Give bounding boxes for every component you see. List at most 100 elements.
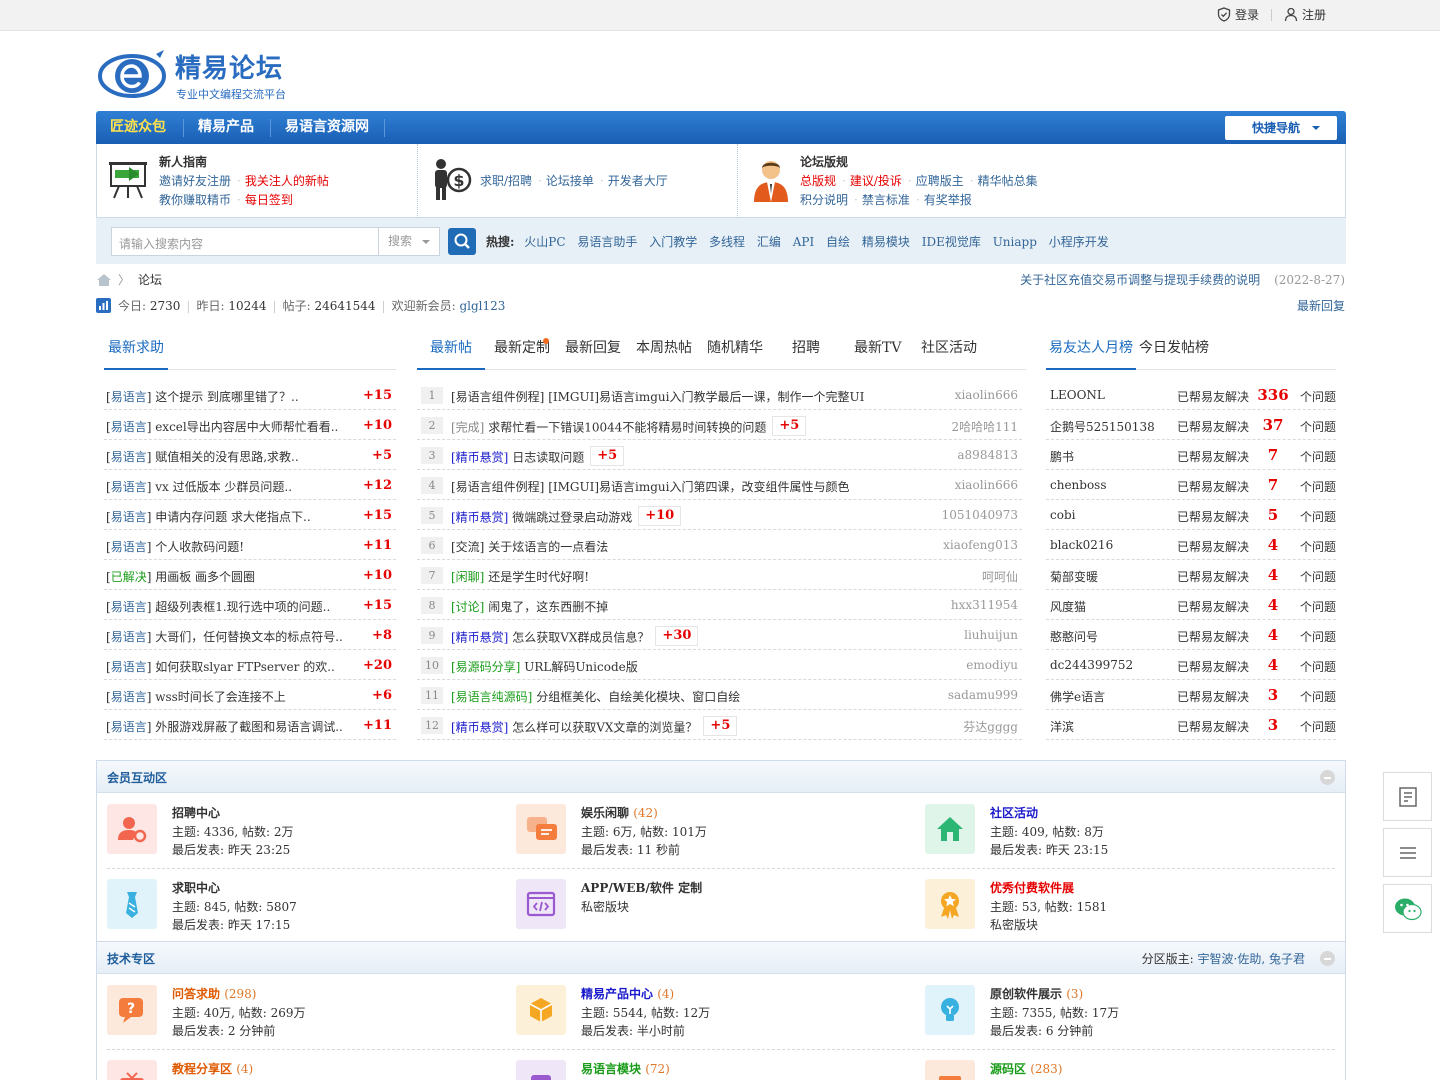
- post-tag[interactable]: [易语言纯源码]: [451, 690, 532, 704]
- search-input[interactable]: 请输入搜索内容 搜索: [111, 227, 440, 256]
- post-title[interactable]: [精币悬赏] 日志读取问题 +5: [451, 446, 625, 468]
- post-author[interactable]: 1051040973: [942, 508, 1018, 522]
- report-link[interactable]: 有奖举报: [924, 193, 972, 207]
- collapse-icon[interactable]: [1320, 770, 1335, 785]
- help-category[interactable]: 易语言: [111, 630, 147, 644]
- post-tag[interactable]: [完成]: [451, 421, 484, 435]
- forum-job-seeking[interactable]: 求职中心 主题: 845, 帖数: 5807 最后发表: 昨天 17:15: [97, 869, 506, 943]
- post-title[interactable]: [精币悬赏] 怎么获取VX群成员信息？ +30: [451, 626, 699, 648]
- hot-keyword[interactable]: 多线程: [709, 235, 745, 249]
- post-row[interactable]: 6 [交流] 关于炫语言的一点看法 xiaofeng013: [417, 530, 1022, 560]
- forum-paid-software[interactable]: 优秀付费软件展 主题: 53, 帖数: 1581 私密版块: [915, 869, 1324, 943]
- help-title[interactable]: [易语言] 申请内存问题 求大佬指点下..: [106, 508, 311, 525]
- forum-products[interactable]: 精易产品中心 (4) 主题: 5544, 帖数: 12万 最后发表: 半小时前: [506, 975, 915, 1049]
- tab-daily-posters[interactable]: 今日发帖榜: [1139, 334, 1209, 370]
- post-row[interactable]: 7 [闲聊] 还是学生时代好啊! 呵呵仙: [417, 560, 1022, 590]
- help-title[interactable]: [易语言] 如何获取slyar FTPserver 的欢..: [106, 658, 335, 675]
- post-row[interactable]: 10 [易源码分享] URL解码Unicode版 emodiyu: [417, 650, 1022, 680]
- invite-link[interactable]: 邀请好友注册: [159, 174, 231, 188]
- post-author[interactable]: hxx311954: [951, 598, 1018, 612]
- ban-standard-link[interactable]: 禁言标准: [862, 193, 910, 207]
- hot-keyword[interactable]: 小程序开发: [1049, 235, 1109, 249]
- wechat-button[interactable]: [1383, 884, 1432, 933]
- forum-qa-help[interactable]: ? 问答求助 (298) 主题: 40万, 帖数: 269万 最后发表: 2 分…: [97, 975, 506, 1049]
- post-tag[interactable]: [精币悬赏]: [451, 721, 508, 735]
- following-posts-link[interactable]: 我关注人的新帖: [245, 174, 329, 188]
- help-row[interactable]: [易语言] 大哥们，任何替换文本的标点符号.. +8: [104, 620, 396, 650]
- home-icon[interactable]: [96, 273, 112, 287]
- new-member-link[interactable]: glgl123: [459, 299, 505, 313]
- post-author[interactable]: liuhuijun: [964, 628, 1018, 642]
- post-title[interactable]: [完成] 求帮忙看一下错误10044不能将精易时间转换的问题 +5: [451, 416, 807, 438]
- help-category[interactable]: 易语言: [111, 420, 147, 434]
- post-author[interactable]: emodiyu: [966, 658, 1018, 672]
- section-title[interactable]: 会员互动区: [107, 769, 167, 786]
- post-author[interactable]: 芬达gggg: [963, 718, 1018, 735]
- tab-community-events[interactable]: 社区活动: [921, 334, 977, 370]
- post-title[interactable]: [精币悬赏] 微端跳过登录启动游戏 +10: [451, 506, 682, 528]
- help-row[interactable]: [易语言] 赋值相关的没有思路,求教.. +5: [104, 440, 396, 470]
- post-row[interactable]: 5 [精币悬赏] 微端跳过登录启动游戏 +10 1051040973: [417, 500, 1022, 530]
- tab-latest-help[interactable]: 最新求助: [104, 334, 168, 370]
- help-category[interactable]: 已解决: [111, 570, 147, 584]
- help-title[interactable]: [易语言] wss时间长了会连接不上: [106, 688, 286, 705]
- post-row[interactable]: 3 [精币悬赏] 日志读取问题 +5 a8984813: [417, 440, 1022, 470]
- quick-nav-button[interactable]: 快捷导航: [1225, 116, 1337, 140]
- forum-community[interactable]: 社区活动 主题: 409, 帖数: 8万 最后发表: 昨天 23:15: [915, 794, 1324, 868]
- user-name[interactable]: 鹏书: [1050, 448, 1074, 465]
- post-author[interactable]: sadamu999: [948, 688, 1018, 702]
- help-category[interactable]: 易语言: [111, 720, 147, 734]
- user-name[interactable]: 佛学e语言: [1050, 688, 1105, 705]
- forum-source-code[interactable]: 源码区 (283): [915, 1050, 1324, 1080]
- post-row[interactable]: 12 [精币悬赏] 怎么样可以获取VX文章的浏览量？ +5 芬达gggg: [417, 710, 1022, 740]
- user-name[interactable]: 菊部变暖: [1050, 568, 1098, 585]
- tab-latest-posts[interactable]: 最新帖: [417, 334, 485, 370]
- collapse-icon[interactable]: [1320, 951, 1335, 966]
- hot-keyword[interactable]: 汇编: [757, 235, 781, 249]
- tab-weekly-hot[interactable]: 本周热帖: [636, 334, 692, 370]
- help-category[interactable]: 易语言: [111, 510, 147, 524]
- post-row[interactable]: 9 [精币悬赏] 怎么获取VX群成员信息？ +30 liuhuijun: [417, 620, 1022, 650]
- post-tag[interactable]: [交流]: [451, 540, 484, 554]
- search-type-select[interactable]: 搜索: [378, 228, 439, 255]
- hot-keyword[interactable]: Uniapp: [993, 235, 1037, 249]
- hot-keyword[interactable]: API: [793, 235, 814, 249]
- nav-item-resources[interactable]: 易语言资源网: [271, 111, 383, 144]
- help-row[interactable]: [易语言] 个人收款码问题! +11: [104, 530, 396, 560]
- help-category[interactable]: 易语言: [111, 540, 147, 554]
- latest-reply-link[interactable]: 最新回复: [1297, 297, 1345, 314]
- post-button[interactable]: [1383, 772, 1432, 821]
- post-row[interactable]: 2 [完成] 求帮忙看一下错误10044不能将精易时间转换的问题 +5 2哈哈哈111: [417, 410, 1022, 440]
- tab-latest-replies[interactable]: 最新回复: [565, 334, 621, 370]
- post-tag[interactable]: [易语言组件例程]: [451, 390, 544, 404]
- post-title[interactable]: [闲聊] 还是学生时代好啊!: [451, 568, 589, 585]
- help-title[interactable]: [易语言] 个人收款码问题!: [106, 538, 244, 555]
- forum-original-software[interactable]: 原创软件展示 (3) 主题: 7355, 帖数: 17万 最后发表: 6 分钟前: [915, 975, 1324, 1049]
- post-title[interactable]: [易语言纯源码] 分组框美化、自绘美化模块、窗口自绘: [451, 688, 740, 705]
- user-name[interactable]: chenboss: [1050, 478, 1107, 492]
- post-tag[interactable]: [讨论]: [451, 600, 484, 614]
- help-category[interactable]: 易语言: [111, 660, 147, 674]
- help-row[interactable]: [易语言] 申请内存问题 求大佬指点下.. +15: [104, 500, 396, 530]
- help-title[interactable]: [易语言] vx 过低版本 少群员问题..: [106, 478, 292, 495]
- general-rules-link[interactable]: 总版规: [800, 174, 836, 188]
- site-logo[interactable]: 精易论坛 专业中文编程交流平台: [98, 40, 298, 102]
- post-author[interactable]: xiaolin666: [955, 388, 1018, 402]
- section-title[interactable]: 技术专区: [107, 950, 155, 967]
- user-name[interactable]: 企鹅号525150138: [1050, 418, 1155, 435]
- help-category[interactable]: 易语言: [111, 480, 147, 494]
- user-name[interactable]: 憨憨问号: [1050, 628, 1098, 645]
- post-tag[interactable]: [精币悬赏]: [451, 511, 508, 525]
- post-tag[interactable]: [精币悬赏]: [451, 451, 508, 465]
- post-tag[interactable]: [易源码分享]: [451, 660, 520, 674]
- post-row[interactable]: 1 [易语言组件例程] [IMGUI]易语言imgui入门教学最后一课，制作一个完…: [417, 380, 1022, 410]
- user-name[interactable]: 风度猫: [1050, 598, 1086, 615]
- post-tag[interactable]: [易语言组件例程]: [451, 480, 544, 494]
- points-link[interactable]: 积分说明: [800, 193, 848, 207]
- suggestion-link[interactable]: 建议/投诉: [850, 174, 902, 188]
- forum-tutorials[interactable]: 教程分享区 (4): [97, 1050, 506, 1080]
- register-link[interactable]: 注册: [1284, 6, 1326, 23]
- tab-latest-custom[interactable]: 最新定制: [494, 334, 550, 370]
- help-category[interactable]: 易语言: [111, 600, 147, 614]
- forum-recruitment[interactable]: 招聘中心 主题: 4336, 帖数: 2万 最后发表: 昨天 23:25: [97, 794, 506, 868]
